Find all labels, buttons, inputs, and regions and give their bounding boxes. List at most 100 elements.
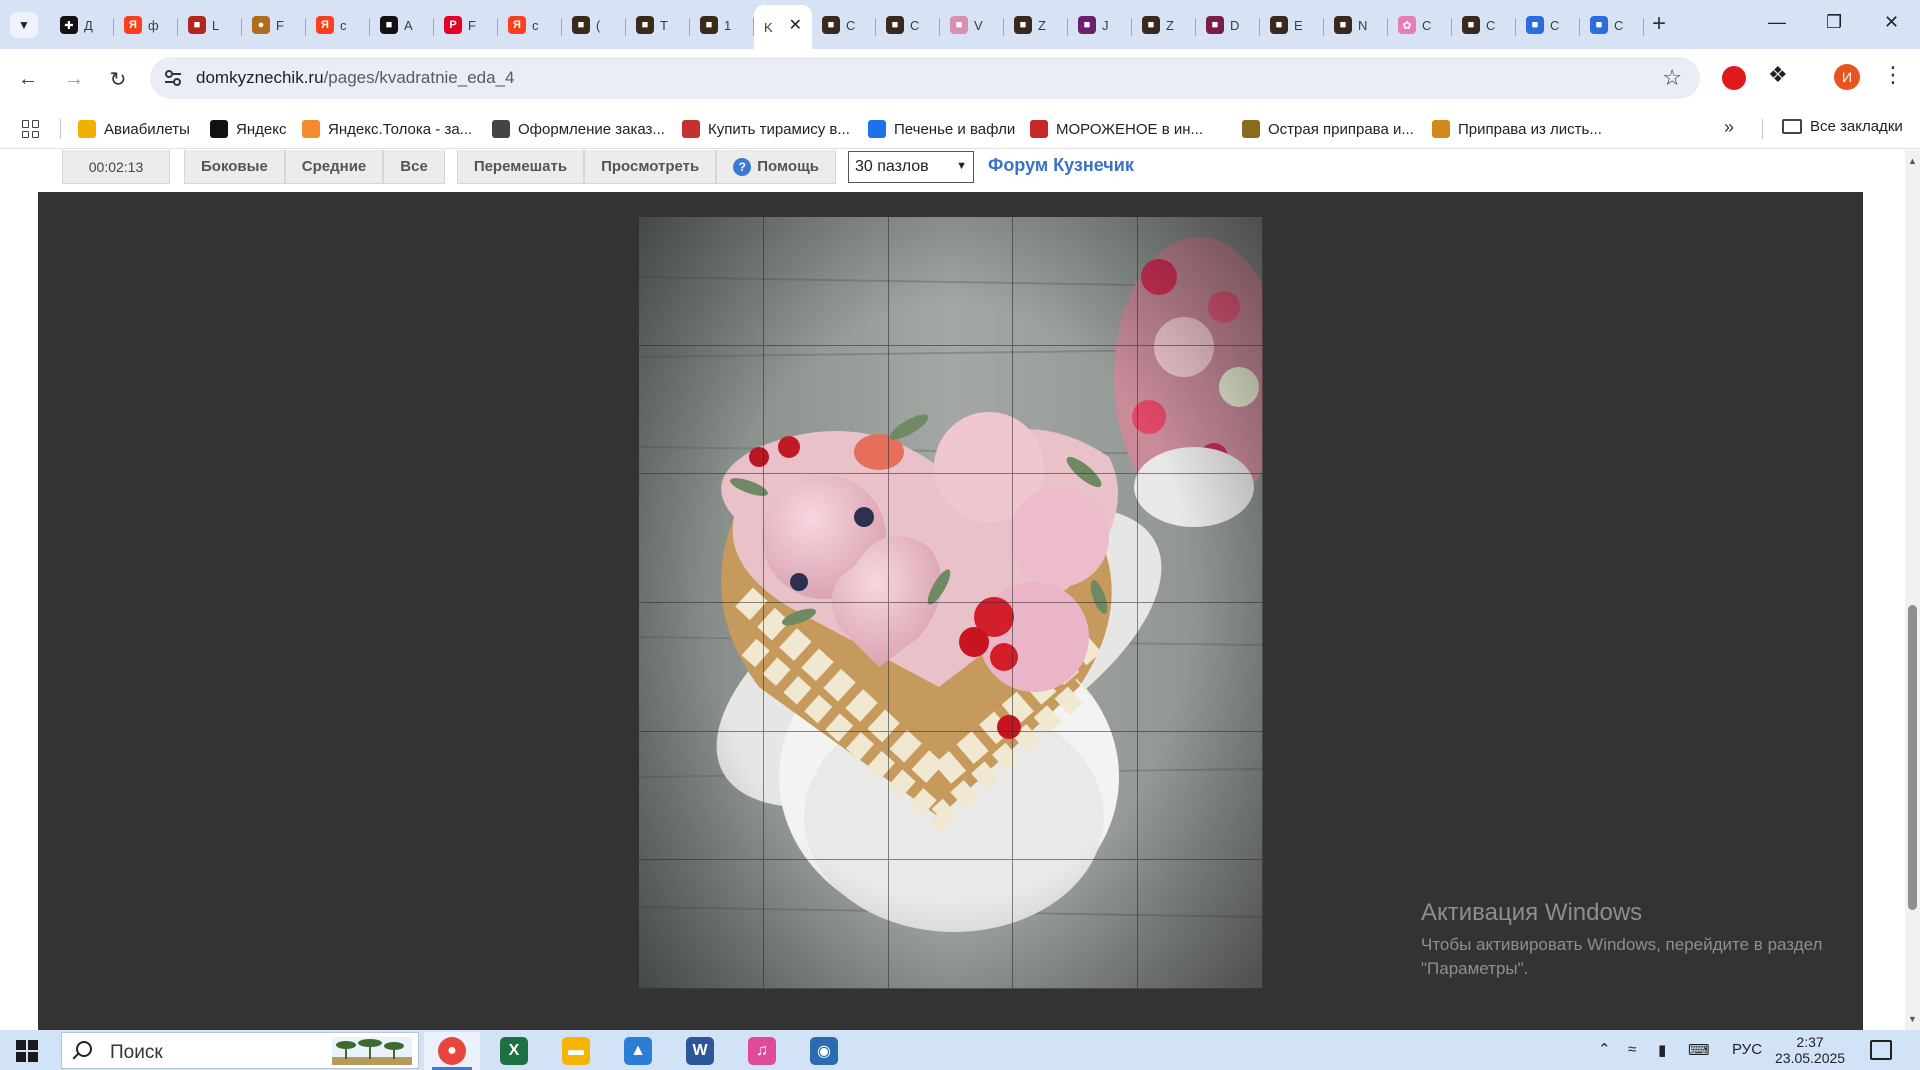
back-button[interactable]: ←	[12, 63, 44, 95]
tab[interactable]: Яс	[498, 5, 562, 45]
puzzle-piece[interactable]	[639, 345, 764, 475]
filter-all-button[interactable]: Все	[383, 150, 445, 184]
extensions-puzzle-icon[interactable]: ❖	[1768, 62, 1788, 88]
page-scrollbar[interactable]: ▲ ▼	[1905, 150, 1920, 1030]
show-hidden-icons-icon[interactable]: ⌃	[1598, 1040, 1611, 1058]
address-bar[interactable]: domkyznechik.ru/pages/kvadratnie_eda_4 ☆	[150, 57, 1700, 99]
piece-count-select[interactable]: 30 пазлов ▼	[847, 151, 974, 183]
puzzle-piece[interactable]	[1013, 603, 1139, 732]
taskbar-app-app[interactable]: ◉	[796, 1032, 852, 1070]
puzzle-piece[interactable]	[1013, 731, 1139, 861]
puzzle-piece[interactable]	[1138, 860, 1263, 989]
close-tab-icon[interactable]: ✕	[789, 15, 802, 35]
puzzle-piece[interactable]	[888, 217, 1014, 346]
bookmark-item[interactable]: Яндекс	[210, 118, 286, 140]
tab[interactable]: ■ С	[812, 5, 876, 45]
puzzle-piece[interactable]	[1013, 217, 1139, 346]
tab[interactable]: ■ L	[178, 5, 242, 45]
puzzle-piece[interactable]	[763, 603, 889, 732]
puzzle-piece[interactable]	[639, 474, 764, 603]
tab[interactable]: PF	[434, 5, 498, 45]
reload-button[interactable]: ↻	[102, 63, 134, 95]
puzzle-piece[interactable]	[888, 345, 1014, 475]
taskbar-app-itunes[interactable]: ♫	[734, 1032, 790, 1070]
puzzle-piece[interactable]	[763, 860, 889, 989]
notifications-icon[interactable]	[1870, 1040, 1892, 1060]
bookmark-item[interactable]: Оформление заказ...	[492, 118, 665, 140]
puzzle-piece[interactable]	[888, 474, 1014, 603]
system-clock[interactable]: 2:37 23.05.2025	[1775, 1034, 1845, 1066]
help-button[interactable]: ? Помощь	[716, 150, 836, 184]
more-bookmarks-icon[interactable]: »	[1724, 117, 1734, 138]
tab[interactable]: ✚ Д	[50, 5, 114, 45]
tab[interactable]: ■ T	[626, 5, 690, 45]
tab[interactable]: Яф	[114, 5, 178, 45]
start-button[interactable]	[16, 1040, 38, 1062]
puzzle-piece[interactable]	[639, 217, 764, 346]
bookmark-item[interactable]: Острая приправа и...	[1242, 118, 1414, 140]
tab[interactable]: ■ Z	[1004, 5, 1068, 45]
puzzle-piece[interactable]	[1013, 345, 1139, 475]
preview-button[interactable]: Просмотреть	[584, 150, 717, 184]
puzzle-piece[interactable]	[888, 731, 1014, 861]
puzzle-piece[interactable]	[1013, 860, 1139, 989]
puzzle-piece[interactable]	[888, 603, 1014, 732]
tab[interactable]: ● F	[242, 5, 306, 45]
puzzle-piece[interactable]	[1138, 217, 1263, 346]
tab[interactable]: Яс	[306, 5, 370, 45]
tab-search-button[interactable]: ▼	[10, 12, 38, 38]
tab[interactable]: ■(	[562, 5, 626, 45]
tab[interactable]: ■ С	[1452, 5, 1516, 45]
bookmark-item[interactable]: Купить тирамису в...	[682, 118, 850, 140]
tab[interactable]: ■ V	[940, 5, 1004, 45]
filter-middle-button[interactable]: Средние	[284, 150, 384, 184]
shuffle-button[interactable]: Перемешать	[456, 150, 585, 184]
minimize-icon[interactable]: —	[1768, 12, 1786, 33]
puzzle-piece[interactable]	[639, 860, 764, 989]
scroll-down-icon[interactable]: ▼	[1908, 1014, 1917, 1024]
bookmark-item[interactable]: Яндекс.Толока - за...	[302, 118, 472, 140]
bookmark-item[interactable]: Приправа из листь...	[1432, 118, 1602, 140]
tab[interactable]: ■ С	[1516, 5, 1580, 45]
puzzle-piece[interactable]	[639, 731, 764, 861]
forum-link[interactable]: Форум Кузнечик	[988, 155, 1134, 176]
tab[interactable]: ■ С	[1580, 5, 1644, 45]
puzzle-piece[interactable]	[763, 345, 889, 475]
network-icon[interactable]: ≈	[1628, 1041, 1636, 1058]
puzzle-piece[interactable]	[639, 603, 764, 732]
puzzle-piece[interactable]	[763, 731, 889, 861]
forward-button[interactable]: →	[58, 63, 90, 95]
taskbar-app-excel[interactable]: X	[486, 1032, 542, 1070]
language-indicator[interactable]: РУС	[1732, 1041, 1762, 1058]
scrollbar-thumb[interactable]	[1908, 605, 1917, 910]
tab[interactable]: ■ E	[1260, 5, 1324, 45]
taskbar-app-photos[interactable]: ▲	[610, 1032, 666, 1070]
apps-grid-icon[interactable]	[22, 120, 40, 138]
taskbar-search[interactable]: Поиск	[61, 1032, 419, 1069]
new-tab-button[interactable]: +	[1652, 12, 1666, 36]
tab[interactable]: ■ A	[370, 5, 434, 45]
tab-active[interactable]: K ✕	[754, 5, 812, 49]
tab[interactable]: ■ D	[1196, 5, 1260, 45]
tab[interactable]: ■ Z	[1132, 5, 1196, 45]
bookmark-item[interactable]: Авиабилеты	[78, 118, 190, 140]
extension-opera-icon[interactable]	[1722, 66, 1746, 90]
tab[interactable]: ■ J	[1068, 5, 1132, 45]
puzzle-piece[interactable]	[763, 217, 889, 346]
menu-dots-icon[interactable]: ⋮	[1882, 62, 1904, 88]
site-info-icon[interactable]	[162, 67, 184, 89]
restore-icon[interactable]: ❐	[1826, 12, 1842, 33]
tab[interactable]: ■ 1	[690, 5, 754, 45]
profile-avatar[interactable]: И	[1834, 64, 1860, 90]
puzzle-piece[interactable]	[1013, 474, 1139, 603]
puzzle-piece[interactable]	[763, 474, 889, 603]
tab[interactable]: ■ N	[1324, 5, 1388, 45]
tab[interactable]: ■ С	[876, 5, 940, 45]
puzzle-piece[interactable]	[888, 860, 1014, 989]
keyboard-icon[interactable]: ⌨	[1688, 1041, 1710, 1059]
puzzle-piece[interactable]	[1138, 731, 1263, 861]
taskbar-app-chrome[interactable]: ●	[424, 1032, 480, 1070]
close-window-icon[interactable]: ✕	[1884, 12, 1899, 33]
filter-sides-button[interactable]: Боковые	[184, 150, 285, 184]
puzzle-piece[interactable]	[1138, 603, 1263, 732]
